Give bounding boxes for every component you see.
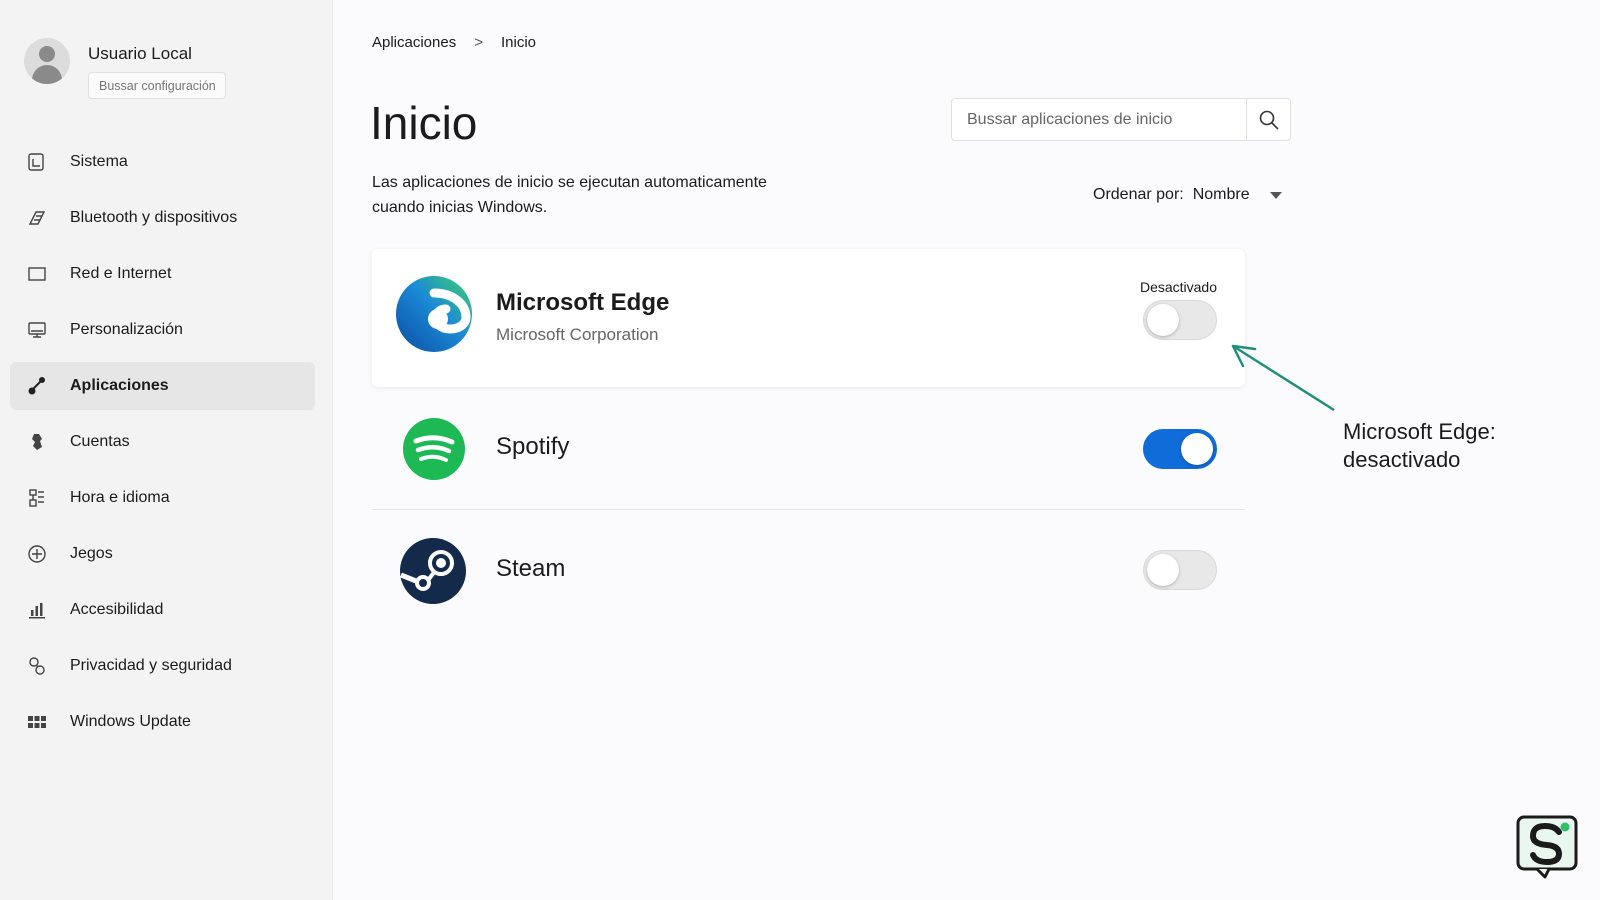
sidebar-item-label: Cuentas xyxy=(70,433,130,450)
annotation-callout: Microsoft Edge: desactivado xyxy=(1343,418,1496,474)
toggle-knob xyxy=(1181,433,1213,465)
sidebar-item-label: Aplicaciones xyxy=(70,377,169,394)
sidebar-item-label: Privacidad y seguridad xyxy=(70,657,232,674)
app-name: Microsoft Edge xyxy=(496,289,670,316)
sidebar-item-accesibilidad[interactable]: Accesibilidad xyxy=(10,586,315,634)
user-profile: Usuario Local xyxy=(24,38,226,99)
sidebar-item-label: Sistema xyxy=(70,153,128,170)
accessibility-icon xyxy=(26,599,48,621)
toggle-knob xyxy=(1147,554,1179,586)
profile-info: Usuario Local xyxy=(88,38,226,99)
app-row-steam: Steam xyxy=(372,511,1245,633)
sidebar-nav: Sistema Bluetooth y dispositivos Red e I… xyxy=(10,138,315,754)
sidebar-item-windows-update[interactable]: Windows Update xyxy=(10,698,315,746)
app-name: Spotify xyxy=(496,433,570,460)
app-row-spotify: Spotify xyxy=(372,388,1245,510)
spotify-startup-toggle[interactable] xyxy=(1143,429,1217,469)
sidebar-item-label: Windows Update xyxy=(70,713,191,730)
sort-label: Ordenar por: xyxy=(1093,186,1184,203)
breadcrumb-current: Inicio xyxy=(500,34,537,51)
app-name: Steam xyxy=(496,555,566,582)
accounts-icon xyxy=(26,431,48,453)
sidebar-item-cuentas[interactable]: Cuentas xyxy=(10,418,315,466)
sidebar-item-label: Bluetooth y dispositivos xyxy=(70,209,238,226)
bluetooth-devices-icon xyxy=(26,207,48,229)
sort-dropdown[interactable]: Ordenar por: Nombre xyxy=(1093,186,1282,204)
chevron-down-icon xyxy=(1269,191,1282,199)
toggle-knob xyxy=(1147,304,1179,336)
sidebar-item-label: Personalización xyxy=(70,321,183,338)
breadcrumb: Aplicaciones > Inicio xyxy=(372,34,536,51)
sidebar-item-label: Hora e idioma xyxy=(70,489,170,506)
network-icon xyxy=(26,263,48,285)
settings-search-input[interactable] xyxy=(88,72,226,99)
sidebar-item-sistema[interactable]: Sistema xyxy=(10,138,315,186)
time-language-icon xyxy=(26,487,48,509)
annotation-arrow-icon xyxy=(1231,344,1335,412)
page-description: Las aplicaciones de inicio se ejecutan a… xyxy=(372,174,767,216)
search-icon xyxy=(1259,110,1279,130)
avatar[interactable] xyxy=(24,38,70,84)
edge-logo-icon xyxy=(394,273,474,355)
app-search-input[interactable] xyxy=(952,99,1246,140)
user-name: Usuario Local xyxy=(88,44,192,63)
sidebar-item-aplicaciones[interactable]: Aplicaciones xyxy=(10,362,315,410)
sidebar-item-label: Red e Internet xyxy=(70,265,172,282)
apps-icon xyxy=(26,375,48,397)
search-button[interactable] xyxy=(1246,99,1290,140)
sidebar-item-privacidad[interactable]: Privacidad y seguridad xyxy=(10,642,315,690)
gaming-icon xyxy=(26,543,48,565)
sort-value: Nombre xyxy=(1192,186,1250,203)
toggle-status-label: Desactivado xyxy=(1139,279,1217,295)
edge-startup-toggle[interactable] xyxy=(1143,300,1217,340)
annotation-line: desactivado xyxy=(1343,447,1461,472)
steam-startup-toggle[interactable] xyxy=(1143,550,1217,590)
sidebar-item-red[interactable]: Red e Internet xyxy=(10,250,315,298)
app-row-microsoft-edge: Microsoft Edge Microsoft Corporation Des… xyxy=(372,249,1245,387)
sidebar-item-hora[interactable]: Hora e idioma xyxy=(10,474,315,522)
sidebar-item-label: Jegos xyxy=(70,545,113,562)
sidebar-item-label: Accesibilidad xyxy=(70,601,164,618)
privacy-icon xyxy=(26,655,48,677)
breadcrumb-separator: > xyxy=(474,34,483,51)
brand-logo-icon xyxy=(1516,815,1578,879)
breadcrumb-parent[interactable]: Aplicaciones xyxy=(372,34,456,51)
sidebar-item-personalizacion[interactable]: Personalización xyxy=(10,306,315,354)
annotation-line: Microsoft Edge: xyxy=(1343,419,1496,444)
avatar-body xyxy=(32,65,62,84)
app-search-box xyxy=(951,98,1291,141)
avatar-head xyxy=(39,46,55,62)
windows-update-icon xyxy=(26,711,48,733)
sidebar-item-jegos[interactable]: Jegos xyxy=(10,530,315,578)
app-publisher: Microsoft Corporation xyxy=(496,325,659,344)
sidebar: Usuario Local Sistema Bluetooth y dispos… xyxy=(0,0,333,900)
steam-logo-icon xyxy=(399,537,467,605)
personalization-icon xyxy=(26,319,48,341)
spotify-logo-icon xyxy=(402,417,466,481)
page-title: Inicio xyxy=(370,97,478,149)
system-icon xyxy=(26,151,48,173)
sidebar-item-bluetooth[interactable]: Bluetooth y dispositivos xyxy=(10,194,315,242)
